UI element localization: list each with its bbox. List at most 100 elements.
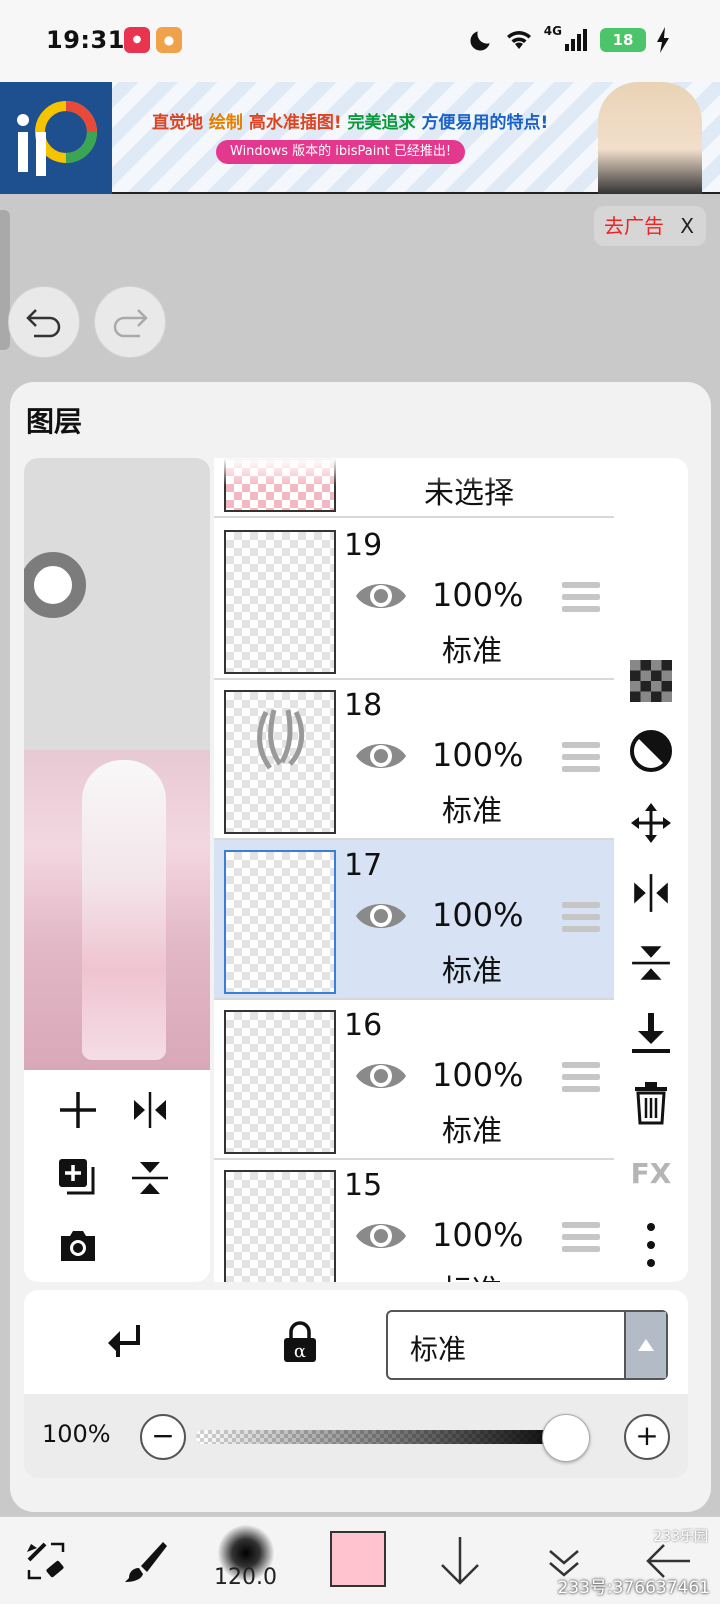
list-top-fade	[214, 458, 614, 486]
layer-action-column: FX	[614, 458, 688, 1282]
fx-button[interactable]: FX	[624, 1146, 678, 1200]
add-layer-button[interactable]	[48, 1080, 108, 1140]
ad-headline: 直觉地 绘制 高水准插图! 完美追求 方便易用的特点!	[152, 113, 549, 133]
brush-size-indicator[interactable]: 120.0	[208, 1525, 284, 1597]
layer-row[interactable]: 16 100% 标准	[214, 1000, 614, 1160]
fx-label: FX	[630, 1156, 672, 1190]
flip-vertical-icon	[632, 946, 670, 980]
network-label: 4G	[543, 24, 562, 38]
clipping-mask-button[interactable]	[94, 1312, 154, 1372]
undo-button[interactable]	[8, 286, 80, 358]
flip-horizontal-icon	[134, 1092, 166, 1128]
layer-opacity: 100%	[432, 896, 524, 934]
more-options-button[interactable]	[624, 1218, 678, 1272]
layer-preview-column	[24, 458, 210, 1282]
drag-handle-icon[interactable]	[562, 582, 600, 616]
status-bar: 19:31 ● ● 4G 18	[0, 0, 720, 82]
battery-indicator: 18	[600, 28, 646, 52]
checker-icon	[630, 660, 672, 702]
status-time: 19:31	[46, 26, 125, 54]
layer-down-button[interactable]	[428, 1529, 492, 1593]
layers-panel: 图层 未选择 19 100% 标准 18 100% 标准 17 100% 标准 …	[10, 382, 711, 1512]
layer-blend-mode: 标准	[442, 634, 502, 669]
layer-blend-mode: 标准	[442, 954, 502, 989]
layer-thumbnail	[224, 690, 336, 834]
drag-handle-icon[interactable]	[562, 742, 600, 776]
canvas-thumbnail[interactable]	[24, 750, 210, 1070]
signal-icon	[565, 29, 587, 51]
opacity-value: 100%	[42, 1420, 111, 1448]
dropdown-arrow-icon[interactable]	[624, 1312, 666, 1378]
layer-thumbnail	[224, 530, 336, 674]
visibility-eye-icon[interactable]	[354, 1056, 408, 1096]
layer-row[interactable]: 15 100% 标准	[214, 1160, 614, 1282]
layer-thumbnail	[224, 850, 336, 994]
layer-row-selected[interactable]: 17 100% 标准	[214, 840, 614, 1000]
app-notification-icon: ●	[124, 27, 150, 53]
drag-handle-icon[interactable]	[562, 902, 600, 936]
blend-mode-select[interactable]: 标准	[386, 1310, 668, 1380]
svg-text:α: α	[294, 1341, 306, 1362]
add-copy-icon	[59, 1159, 95, 1195]
merge-down-icon	[632, 1013, 670, 1053]
more-icon	[647, 1223, 655, 1267]
layer-number: 19	[344, 528, 383, 563]
flip-canvas-vertical-button[interactable]	[120, 1148, 180, 1208]
ad-illustration	[598, 82, 702, 194]
alpha-lock-button[interactable]: α	[270, 1312, 330, 1372]
merge-down-button[interactable]	[624, 1006, 678, 1060]
visibility-eye-icon[interactable]	[354, 1216, 408, 1256]
brush-tool-button[interactable]	[114, 1529, 178, 1593]
panel-title: 图层	[26, 405, 83, 438]
layer-blend-mode: 标准	[442, 794, 502, 829]
layer-list[interactable]: 未选择 19 100% 标准 18 100% 标准 17 100% 标准 16 …	[214, 458, 614, 1282]
clip-arrow-icon	[108, 1325, 140, 1357]
flip-layer-horizontal-button[interactable]	[624, 866, 678, 920]
clipping-button[interactable]	[624, 724, 678, 778]
color-swatch[interactable]	[330, 1531, 386, 1587]
layer-opacity: 100%	[432, 1056, 524, 1094]
flip-canvas-horizontal-button[interactable]	[120, 1080, 180, 1140]
visibility-eye-icon[interactable]	[354, 896, 408, 936]
blend-mode-value: 标准	[410, 1333, 467, 1366]
tool-switch-icon	[27, 1542, 65, 1580]
layer-blend-mode: 标准	[442, 1266, 502, 1282]
remove-ad-button[interactable]: 去广告 X	[594, 206, 706, 246]
layer-number: 15	[344, 1168, 383, 1203]
drag-handle-icon[interactable]	[562, 1222, 600, 1256]
layer-blend-mode: 标准	[442, 1114, 502, 1149]
layer-number: 16	[344, 1008, 383, 1043]
bottom-toolbar: 120.0 233号:376637461	[0, 1516, 720, 1604]
delete-layer-button[interactable]	[624, 1076, 678, 1130]
app-notification-icon-2: ●	[156, 27, 182, 53]
redo-button[interactable]	[94, 286, 166, 358]
ad-banner[interactable]: 直觉地 绘制 高水准插图! 完美追求 方便易用的特点! Windows 版本的 …	[0, 82, 720, 194]
alpha-lock-icon: α	[284, 1321, 316, 1362]
hair-strokes	[257, 709, 305, 770]
opacity-increase-button[interactable]: +	[624, 1414, 670, 1460]
layer-opacity-bar: 100% − +	[24, 1394, 688, 1478]
wifi-icon	[506, 31, 531, 49]
layer-opacity: 100%	[432, 736, 524, 774]
charging-icon	[657, 27, 669, 53]
visibility-eye-icon[interactable]	[354, 736, 408, 776]
visibility-eye-icon[interactable]	[354, 576, 408, 616]
close-ad-x[interactable]: X	[680, 206, 694, 246]
undo-icon	[26, 309, 61, 338]
layer-row[interactable]: 19 100% 标准	[214, 520, 614, 680]
drag-handle-icon[interactable]	[562, 1062, 600, 1096]
opacity-decrease-button[interactable]: −	[140, 1414, 186, 1460]
opacity-slider-thumb[interactable]	[542, 1414, 590, 1462]
watermark-text: 233号:376637461	[557, 1578, 710, 1598]
layer-thumbnail	[224, 1010, 336, 1154]
redo-icon	[113, 309, 148, 338]
tool-selector-button[interactable]	[14, 1529, 78, 1593]
flip-layer-vertical-button[interactable]	[624, 936, 678, 990]
move-icon	[631, 803, 671, 843]
layer-row[interactable]: 18 100% 标准	[214, 680, 614, 840]
transparency-lock-button[interactable]	[624, 654, 678, 708]
camera-button[interactable]	[48, 1216, 108, 1276]
opacity-slider[interactable]	[196, 1430, 576, 1444]
move-layer-button[interactable]	[624, 796, 678, 850]
duplicate-layer-button[interactable]	[48, 1148, 108, 1208]
